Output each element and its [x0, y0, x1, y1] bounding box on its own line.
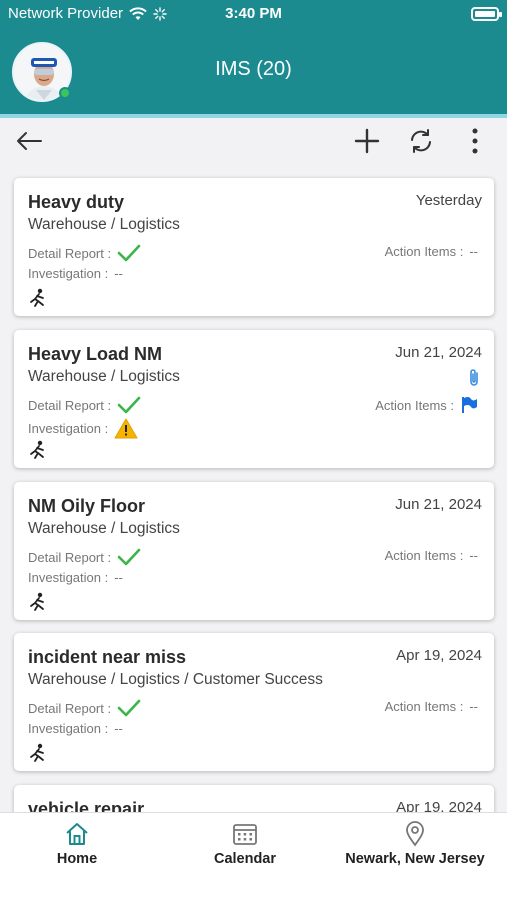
- home-icon: [66, 823, 88, 845]
- action-items: Action Items : --: [385, 699, 478, 714]
- incident-card[interactable]: NM Oily Floor Jun 21, 2024 Warehouse / L…: [14, 482, 494, 620]
- tab-calendar[interactable]: Calendar: [200, 821, 290, 867]
- add-button[interactable]: [350, 124, 384, 158]
- action-items-label: Action Items :: [384, 699, 464, 714]
- tab-label: Newark, New Jersey: [345, 851, 485, 867]
- back-button[interactable]: [12, 124, 46, 158]
- action-items-value: --: [469, 699, 478, 714]
- online-status-dot: [59, 87, 71, 99]
- warning-icon: [114, 418, 138, 439]
- detail-report-label: Detail Report :: [28, 700, 112, 716]
- incident-card[interactable]: Heavy duty Yesterday Warehouse / Logisti…: [14, 178, 494, 316]
- investigation: Investigation : --: [28, 570, 123, 585]
- check-icon: [117, 396, 141, 414]
- incident-card[interactable]: Heavy Load NM Jun 21, 2024 Warehouse / L…: [14, 330, 494, 468]
- detail-report: Detail Report :: [28, 396, 141, 414]
- tab-location[interactable]: Newark, New Jersey: [340, 821, 490, 867]
- paperclip-icon[interactable]: [466, 368, 482, 388]
- slip-fall-icon: [30, 743, 44, 762]
- incident-title: Heavy Load NM: [28, 344, 163, 364]
- check-icon: [117, 699, 141, 717]
- incident-date: Apr 19, 2024: [396, 799, 482, 812]
- location-pin-icon: [406, 821, 424, 847]
- tab-label: Calendar: [213, 851, 277, 867]
- investigation-value: --: [114, 266, 123, 281]
- incident-date: Jun 21, 2024: [395, 496, 482, 513]
- status-bar: Network Provider 3:40 PM: [0, 0, 507, 28]
- incident-date: Apr 19, 2024: [396, 647, 482, 664]
- plus-icon: [354, 128, 380, 154]
- check-icon: [117, 244, 141, 262]
- investigation: Investigation : --: [28, 266, 123, 281]
- page-title: IMS (20): [215, 58, 292, 80]
- action-items: Action Items : --: [385, 548, 478, 563]
- investigation: Investigation : --: [28, 721, 123, 736]
- detail-report-label: Detail Report :: [28, 549, 112, 565]
- investigation-label: Investigation :: [28, 570, 109, 585]
- tab-home[interactable]: Home: [40, 821, 114, 867]
- refresh-button[interactable]: [404, 124, 438, 158]
- incident-date: Jun 21, 2024: [395, 344, 482, 361]
- slip-fall-icon: [30, 592, 44, 611]
- investigation-value: --: [114, 721, 123, 736]
- check-icon: [117, 548, 141, 566]
- more-vertical-icon: [472, 128, 478, 154]
- incident-category: Warehouse / Logistics / Customer Success: [28, 671, 323, 688]
- investigation: Investigation :: [28, 418, 138, 439]
- incident-date: Yesterday: [415, 192, 482, 209]
- incident-title: vehicle repair: [28, 799, 145, 812]
- refresh-icon: [411, 129, 431, 153]
- detail-report-label: Detail Report :: [28, 245, 112, 261]
- arrow-left-icon: [17, 132, 42, 150]
- flag-icon: [462, 396, 477, 413]
- investigation-value: --: [114, 570, 123, 585]
- incident-category: Warehouse / Logistics: [28, 368, 180, 385]
- calendar-icon: [233, 824, 257, 845]
- detail-report-label: Detail Report :: [28, 397, 112, 413]
- incident-title: incident near miss: [28, 647, 187, 667]
- battery-icon: [471, 7, 502, 21]
- action-items-value: --: [469, 244, 478, 259]
- status-time: 3:40 PM: [225, 5, 282, 22]
- toolbar: [0, 118, 507, 164]
- bottom-tab-bar: Home Calendar Newark, New Jersey: [0, 812, 507, 900]
- investigation-label: Investigation :: [28, 721, 109, 736]
- app-header: Network Provider 3:40 PM IMS (20): [0, 0, 507, 118]
- slip-fall-icon: [30, 440, 44, 459]
- incident-category: Warehouse / Logistics: [28, 216, 180, 233]
- incident-list: Heavy duty Yesterday Warehouse / Logisti…: [0, 164, 507, 812]
- incident-card[interactable]: incident near miss Apr 19, 2024 Warehous…: [14, 633, 494, 771]
- action-items-value: --: [469, 548, 478, 563]
- slip-fall-icon: [30, 288, 44, 307]
- incident-category: Warehouse / Logistics: [28, 520, 180, 537]
- incident-title: NM Oily Floor: [28, 496, 145, 516]
- action-items-label: Action Items :: [384, 244, 464, 259]
- incident-title: Heavy duty: [28, 192, 125, 212]
- detail-report: Detail Report :: [28, 548, 141, 566]
- incident-card[interactable]: vehicle repair Apr 19, 2024: [14, 785, 494, 812]
- action-items-label: Action Items :: [375, 397, 454, 413]
- action-items: Action Items : --: [385, 244, 478, 259]
- more-button[interactable]: [458, 124, 492, 158]
- detail-report: Detail Report :: [28, 699, 141, 717]
- investigation-label: Investigation :: [28, 421, 109, 436]
- action-items-label: Action Items :: [384, 548, 464, 563]
- action-items: Action Items :: [375, 396, 478, 414]
- detail-report: Detail Report :: [28, 244, 141, 262]
- tab-label: Home: [56, 851, 98, 867]
- investigation-label: Investigation :: [28, 266, 109, 281]
